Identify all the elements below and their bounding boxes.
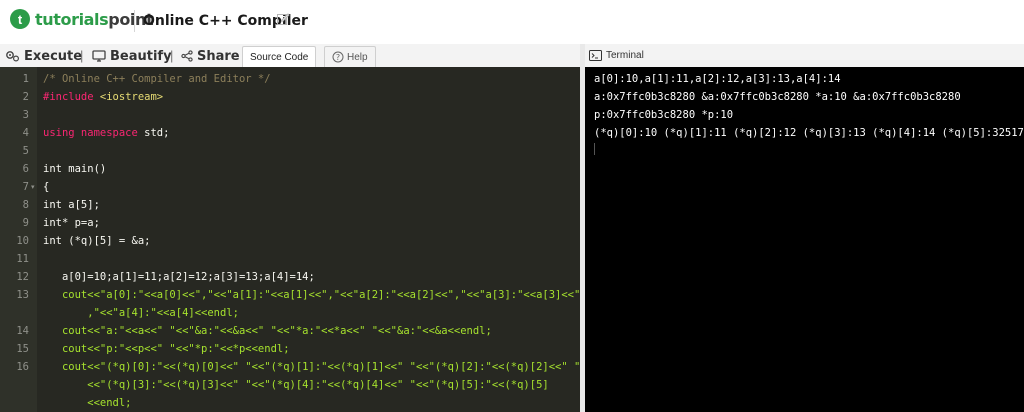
beautify-button[interactable]: Beautify	[92, 47, 172, 65]
code-line: a[0]=10;a[1]=11;a[2]=12;a[3]=13;a[4]=14;	[43, 271, 315, 283]
code-token: #include	[43, 91, 100, 103]
header-divider	[134, 10, 135, 32]
code-line: cout<<"a[0]:"<<a[0]<<","<<"a[1]:"<<a[1]<…	[43, 289, 580, 301]
line-number: 16	[16, 361, 29, 373]
code-line: /* Online C++ Compiler and Editor */	[43, 73, 271, 85]
line-number: 13	[16, 289, 29, 301]
tutorialspoint-logo[interactable]: t tutorialspoint	[10, 8, 154, 30]
terminal-line: a:0x7ffc0b3c8280 &a:0x7ffc0b3c8280 *a:10…	[594, 91, 961, 103]
logo-brand-text: tutorials	[35, 9, 109, 29]
code-line: int* p=a;	[43, 217, 100, 229]
toolbar-separator: |	[80, 48, 84, 63]
gears-icon	[6, 51, 20, 62]
line-number: 2	[22, 91, 29, 103]
code-line: cout<<"p:"<<p<<" "<<"*p:"<<*p<<endl;	[43, 343, 290, 355]
code-line-wrap: <<endl;	[43, 397, 132, 409]
edit-title-icon[interactable]	[276, 12, 290, 26]
top-header: t tutorialspoint Online C++ Compiler	[0, 0, 1024, 45]
line-number: 8	[22, 199, 29, 211]
line-number: 6	[22, 163, 29, 175]
terminal-title: Terminal	[606, 50, 644, 61]
tab-help[interactable]: ? Help	[324, 46, 376, 67]
line-number: 1	[22, 73, 29, 85]
share-button[interactable]: Share	[181, 47, 240, 65]
execute-button[interactable]: Execute	[5, 47, 82, 65]
logo-mark: t	[10, 9, 30, 29]
terminal-header: Terminal	[585, 44, 1024, 68]
terminal-line: (*q)[0]:10 (*q)[1]:11 (*q)[2]:12 (*q)[3]…	[594, 127, 1024, 139]
code-line: {	[43, 181, 50, 193]
code-line: cout<<"a:"<<a<<" "<<"&a:"<<&a<<" "<<"*a:…	[43, 325, 492, 337]
code-editor[interactable]: 1 2 3 4 5 6 7 ▾ 8 9 10 11 12 13 14 15 16…	[0, 67, 580, 412]
code-token: std;	[137, 127, 170, 139]
editor-toolbar: Execute | Beautify | Share Source Code ?…	[0, 44, 580, 68]
share-label: Share	[197, 48, 240, 64]
code-line: cout<<"(*q)[0]:"<<(*q)[0]<<" "<<"(*q)[1]…	[43, 361, 580, 373]
svg-text:?: ?	[336, 53, 340, 62]
beautify-label: Beautify	[110, 48, 172, 64]
terminal-cursor	[594, 143, 595, 155]
tab-source-code-label: Source Code	[250, 51, 309, 63]
code-token: <iostream>	[99, 91, 164, 103]
code-line: int a[5];	[43, 199, 100, 211]
tab-help-label: Help	[347, 51, 368, 63]
terminal-line: p:0x7ffc0b3c8280 *p:10	[594, 109, 734, 121]
line-number: 12	[16, 271, 29, 283]
code-token: using namespace	[43, 127, 138, 139]
terminal-output[interactable]: a[0]:10,a[1]:11,a[2]:12,a[3]:13,a[4]:14 …	[585, 67, 1024, 412]
logo-wordmark: tutorialspoint	[35, 9, 154, 29]
line-number: 14	[16, 325, 29, 337]
terminal-icon	[589, 50, 602, 61]
share-icon	[181, 50, 193, 62]
line-number: 10	[16, 235, 29, 247]
code-line: #include <iostream>	[43, 91, 163, 103]
line-number-gutter: 1 2 3 4 5 6 7 ▾ 8 9 10 11 12 13 14 15 16	[0, 67, 37, 412]
terminal-line: a[0]:10,a[1]:11,a[2]:12,a[3]:13,a[4]:14	[594, 73, 841, 85]
code-line: int main()	[43, 163, 107, 175]
question-icon: ?	[332, 51, 344, 63]
line-number: 4	[22, 127, 29, 139]
line-number: 5	[22, 145, 29, 157]
code-line: int (*q)[5] = &a;	[43, 235, 151, 247]
logo-mark-letter: t	[17, 11, 23, 27]
code-line: using namespace std;	[43, 127, 169, 139]
execute-label: Execute	[24, 48, 83, 64]
line-number: 11	[16, 253, 29, 265]
line-number: 3	[22, 109, 29, 121]
tab-source-code[interactable]: Source Code	[242, 46, 317, 67]
line-number: 9	[22, 217, 29, 229]
line-number: 15	[16, 343, 29, 355]
code-line-wrap: <<"(*q)[3]:"<<(*q)[3]<<" "<<"(*q)[4]:"<<…	[43, 379, 549, 391]
toolbar-separator: |	[170, 48, 174, 63]
fold-arrow-icon[interactable]: ▾	[31, 183, 35, 191]
line-number: 7	[22, 181, 29, 193]
code-line-wrap: ,"<<"a[4]:"<<a[4]<<endl;	[43, 307, 239, 319]
monitor-icon	[92, 50, 106, 62]
